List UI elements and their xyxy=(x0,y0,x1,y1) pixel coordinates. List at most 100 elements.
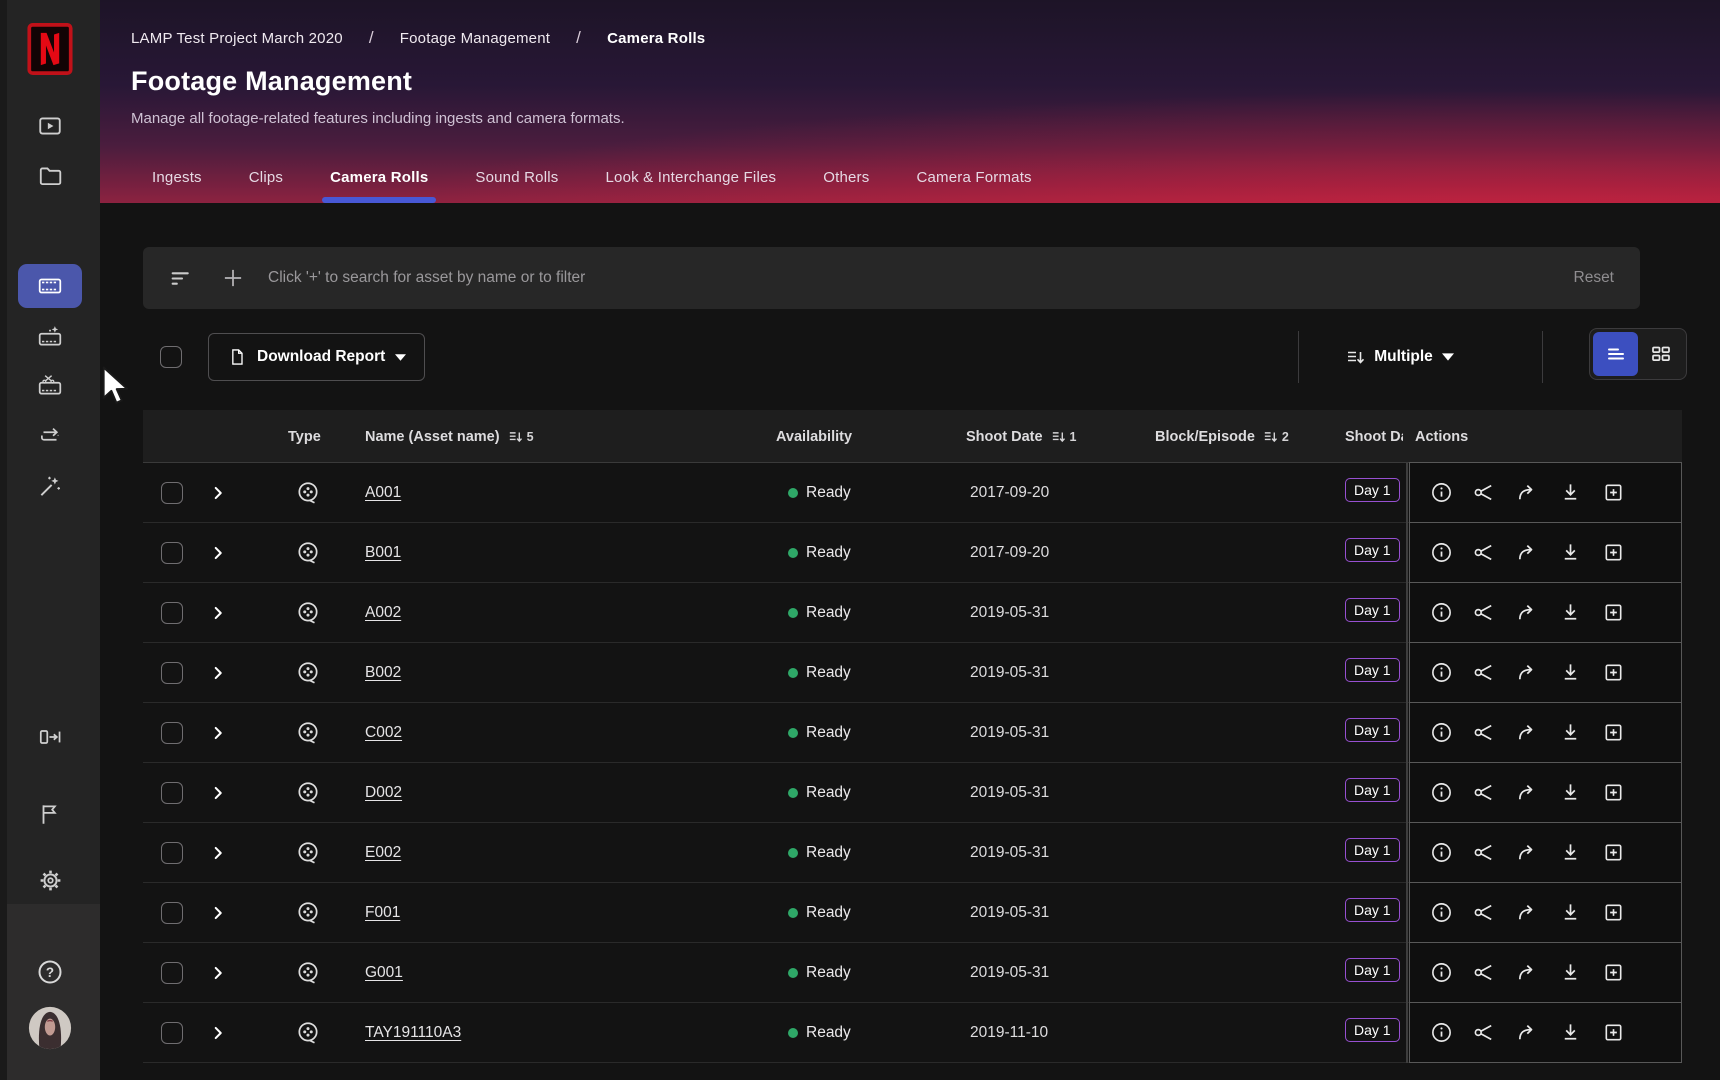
expand-chevron-icon[interactable] xyxy=(207,902,229,924)
split-icon[interactable] xyxy=(1473,721,1496,744)
add-square-icon[interactable] xyxy=(1602,721,1625,744)
info-icon[interactable] xyxy=(1430,601,1453,624)
info-icon[interactable] xyxy=(1430,841,1453,864)
filter-icon[interactable] xyxy=(169,266,194,291)
tab[interactable]: Sound Rolls xyxy=(473,169,560,203)
add-square-icon[interactable] xyxy=(1602,541,1625,564)
split-icon[interactable] xyxy=(1473,541,1496,564)
forward-arrow-icon[interactable] xyxy=(1516,841,1539,864)
expand-chevron-icon[interactable] xyxy=(207,1022,229,1044)
plus-icon[interactable] xyxy=(220,265,246,291)
tab[interactable]: Camera Formats xyxy=(914,169,1033,203)
breadcrumb-section[interactable]: Footage Management xyxy=(400,30,550,47)
netflix-logo[interactable] xyxy=(27,22,73,76)
add-square-icon[interactable] xyxy=(1602,961,1625,984)
sidebar-item-camera-rolls[interactable] xyxy=(18,264,82,308)
tab[interactable]: Others xyxy=(821,169,871,203)
add-square-icon[interactable] xyxy=(1602,601,1625,624)
expand-chevron-icon[interactable] xyxy=(207,842,229,864)
forward-arrow-icon[interactable] xyxy=(1516,961,1539,984)
row-checkbox[interactable] xyxy=(161,602,183,624)
expand-chevron-icon[interactable] xyxy=(207,602,229,624)
row-checkbox[interactable] xyxy=(161,542,183,564)
sidebar-item-automation[interactable] xyxy=(18,464,82,508)
download-icon[interactable] xyxy=(1559,841,1582,864)
download-icon[interactable] xyxy=(1559,901,1582,924)
sidebar-item-editing[interactable] xyxy=(18,364,82,408)
asset-name-link[interactable]: C002 xyxy=(365,724,402,742)
list-view-button[interactable] xyxy=(1593,332,1638,376)
sidebar-item-export[interactable] xyxy=(18,715,82,759)
column-header-shoot-day[interactable]: Shoot Da xyxy=(1345,410,1403,463)
row-checkbox[interactable] xyxy=(161,962,183,984)
row-checkbox[interactable] xyxy=(161,782,183,804)
column-header-availability[interactable]: Availability xyxy=(776,410,852,463)
sidebar-item-settings[interactable] xyxy=(18,858,82,902)
add-square-icon[interactable] xyxy=(1602,841,1625,864)
sidebar-item-help[interactable]: ? xyxy=(18,950,82,994)
forward-arrow-icon[interactable] xyxy=(1516,721,1539,744)
reset-button[interactable]: Reset xyxy=(1574,269,1615,287)
split-icon[interactable] xyxy=(1473,961,1496,984)
split-icon[interactable] xyxy=(1473,661,1496,684)
asset-name-link[interactable]: G001 xyxy=(365,964,403,982)
tab[interactable]: Camera Rolls xyxy=(328,169,430,203)
asset-name-link[interactable]: A001 xyxy=(365,484,401,502)
asset-name-link[interactable]: TAY191110A3 xyxy=(365,1024,461,1042)
tab[interactable]: Look & Interchange Files xyxy=(603,169,778,203)
select-all-checkbox[interactable] xyxy=(160,346,182,368)
add-square-icon[interactable] xyxy=(1602,661,1625,684)
info-icon[interactable] xyxy=(1430,661,1453,684)
forward-arrow-icon[interactable] xyxy=(1516,781,1539,804)
sidebar-item-transfers[interactable] xyxy=(18,414,82,458)
row-checkbox[interactable] xyxy=(161,842,183,864)
expand-chevron-icon[interactable] xyxy=(207,782,229,804)
download-icon[interactable] xyxy=(1559,661,1582,684)
forward-arrow-icon[interactable] xyxy=(1516,661,1539,684)
expand-chevron-icon[interactable] xyxy=(207,482,229,504)
sidebar-item-flags[interactable] xyxy=(18,792,82,836)
info-icon[interactable] xyxy=(1430,481,1453,504)
add-square-icon[interactable] xyxy=(1602,781,1625,804)
download-icon[interactable] xyxy=(1559,481,1582,504)
asset-name-link[interactable]: D002 xyxy=(365,784,402,802)
search-input[interactable] xyxy=(268,269,1574,287)
split-icon[interactable] xyxy=(1473,841,1496,864)
expand-chevron-icon[interactable] xyxy=(207,662,229,684)
forward-arrow-icon[interactable] xyxy=(1516,481,1539,504)
info-icon[interactable] xyxy=(1430,901,1453,924)
info-icon[interactable] xyxy=(1430,781,1453,804)
split-icon[interactable] xyxy=(1473,901,1496,924)
download-icon[interactable] xyxy=(1559,601,1582,624)
user-avatar[interactable] xyxy=(18,1006,82,1050)
download-report-button[interactable]: Download Report xyxy=(208,333,425,381)
add-square-icon[interactable] xyxy=(1602,1021,1625,1044)
add-square-icon[interactable] xyxy=(1602,481,1625,504)
expand-chevron-icon[interactable] xyxy=(207,962,229,984)
split-icon[interactable] xyxy=(1473,601,1496,624)
column-header-name[interactable]: Name (Asset name) 5 xyxy=(365,410,534,463)
split-icon[interactable] xyxy=(1473,781,1496,804)
split-icon[interactable] xyxy=(1473,481,1496,504)
info-icon[interactable] xyxy=(1430,541,1453,564)
sidebar-item-folders[interactable] xyxy=(18,154,82,198)
column-header-shoot-date[interactable]: Shoot Date 1 xyxy=(966,410,1076,463)
row-checkbox[interactable] xyxy=(161,902,183,924)
forward-arrow-icon[interactable] xyxy=(1516,601,1539,624)
forward-arrow-icon[interactable] xyxy=(1516,901,1539,924)
row-checkbox[interactable] xyxy=(161,1022,183,1044)
row-checkbox[interactable] xyxy=(161,662,183,684)
column-header-block-episode[interactable]: Block/Episode 2 xyxy=(1155,410,1289,463)
download-icon[interactable] xyxy=(1559,961,1582,984)
download-icon[interactable] xyxy=(1559,541,1582,564)
info-icon[interactable] xyxy=(1430,961,1453,984)
download-icon[interactable] xyxy=(1559,1021,1582,1044)
asset-name-link[interactable]: B002 xyxy=(365,664,401,682)
asset-name-link[interactable]: A002 xyxy=(365,604,401,622)
add-square-icon[interactable] xyxy=(1602,901,1625,924)
expand-chevron-icon[interactable] xyxy=(207,722,229,744)
sidebar-item-play-video[interactable] xyxy=(18,104,82,148)
column-header-type[interactable]: Type xyxy=(288,410,321,463)
breadcrumb-project[interactable]: LAMP Test Project March 2020 xyxy=(131,30,343,47)
row-checkbox[interactable] xyxy=(161,482,183,504)
